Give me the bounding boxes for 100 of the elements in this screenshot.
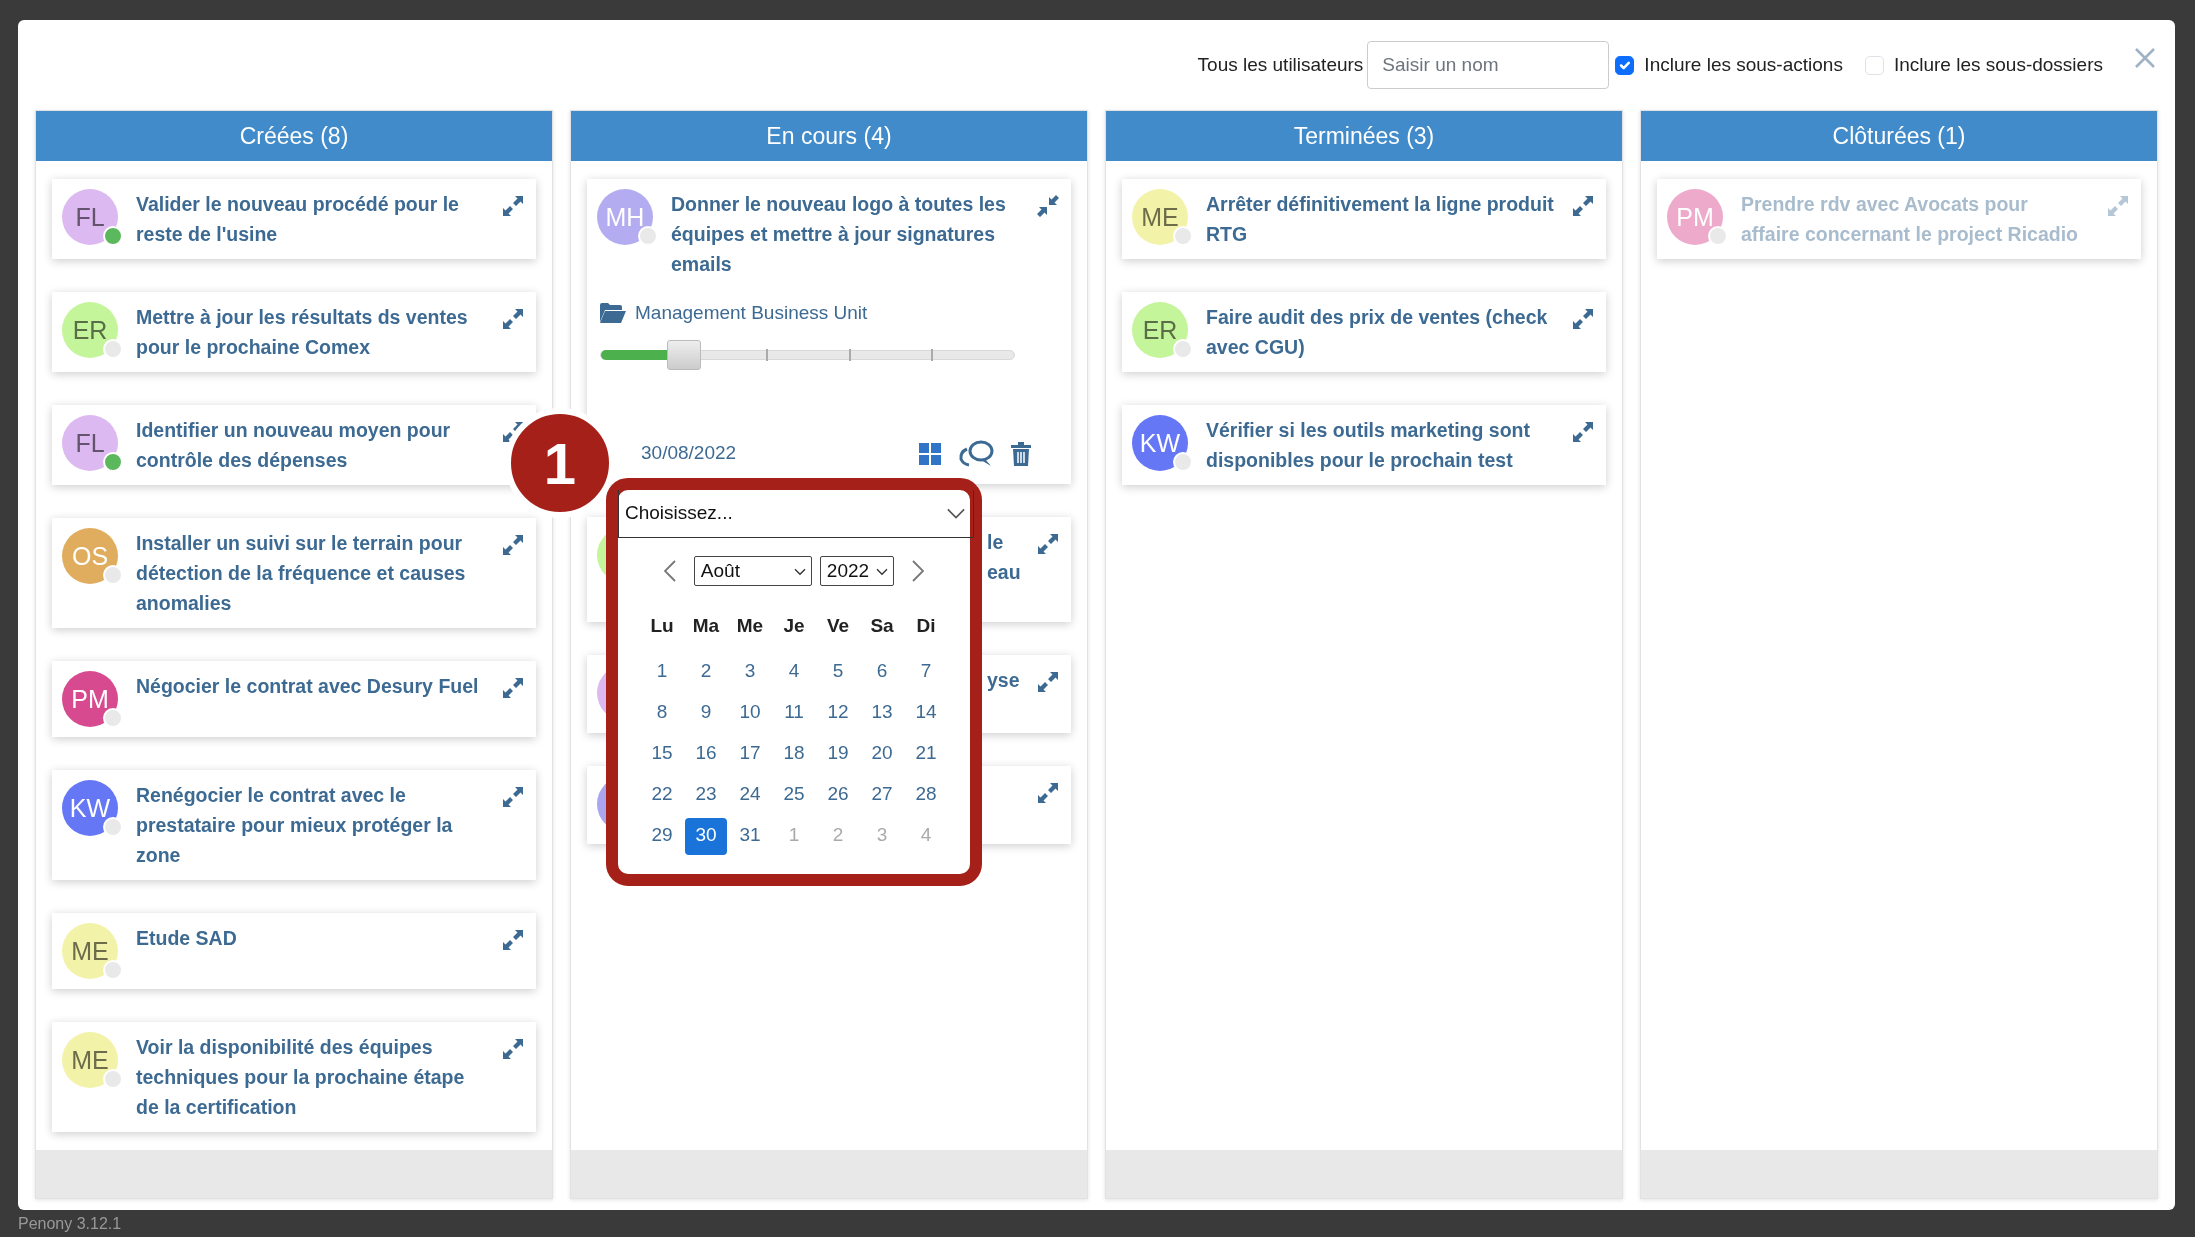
user-filter-label: Tous les utilisateurs (1197, 52, 1364, 77)
checkbox-label: Inclure les sous-dossiers (1893, 52, 2103, 77)
avatar-initials: FL (75, 430, 105, 456)
slider-handle[interactable] (666, 339, 701, 370)
task-card[interactable]: ME Arrêter définitivement la ligne produit RTG (1122, 179, 1606, 259)
month-select[interactable]: Août (693, 556, 812, 586)
calendar-day[interactable]: 8 (641, 695, 683, 732)
calendar-day[interactable]: 25 (773, 777, 815, 814)
task-card[interactable]: PM Négocier le contrat avec Desury Fuel (52, 661, 536, 737)
preset-select[interactable]: Choisissez... (618, 490, 974, 538)
task-title: Faire audit des prix de ventes (check avec CGU) (1206, 305, 1549, 360)
chevron-right-icon (912, 560, 925, 582)
calendar-day[interactable]: 3 (729, 654, 771, 691)
task-card[interactable]: ER Mettre à jour les résultats ds ventes pour le prochaine Comex (52, 292, 536, 372)
comments-icon[interactable] (957, 438, 995, 469)
expand-icon[interactable] (502, 677, 524, 699)
calendar-day[interactable]: 4 (773, 654, 815, 691)
weekday-label: Lu (649, 614, 675, 638)
calendar-day[interactable]: 12 (817, 695, 859, 732)
expand-icon[interactable] (502, 195, 524, 217)
calendar-day[interactable]: 22 (641, 777, 683, 814)
expand-icon[interactable] (1572, 421, 1594, 443)
weekday-label: Ma (691, 614, 721, 638)
calendar-day[interactable]: 6 (861, 654, 903, 691)
calendar-day[interactable]: 20 (861, 736, 903, 773)
avatar-initials: FL (75, 204, 105, 230)
expand-icon[interactable] (1572, 308, 1594, 330)
year-select[interactable]: 2022 (819, 556, 895, 586)
avatar-initials: ER (72, 317, 108, 343)
calendar-day[interactable]: 19 (817, 736, 859, 773)
task-title: Etude SAD (136, 926, 238, 951)
calendar-day[interactable]: 2 (685, 654, 727, 691)
task-card[interactable]: ME Voir la disponibilité des équipes techniques pour la prochaine étape de la certification (52, 1022, 536, 1132)
task-title-fragment: le (987, 529, 1005, 555)
grid-icon[interactable] (919, 442, 941, 465)
column-header: En cours (4) (571, 111, 1087, 161)
weekday-label: Je (782, 614, 806, 638)
folder-icon (599, 302, 627, 325)
task-title: Renégocier le contrat avec le prestataire pour mieux protéger la zone (136, 783, 454, 868)
close-icon (2133, 46, 2157, 70)
expand-icon[interactable] (1037, 670, 1059, 693)
calendar-day[interactable]: 9 (685, 695, 727, 732)
trash-icon[interactable] (1011, 441, 1031, 466)
task-card[interactable]: FL Valider le nouveau procédé pour le reste de l'usine (52, 179, 536, 259)
caret-icon (792, 566, 807, 576)
calendar-day[interactable]: 11 (773, 695, 815, 732)
calendar-day[interactable]: 29 (641, 818, 683, 855)
select-value: Choisissez... (625, 501, 733, 526)
calendar-day[interactable]: 10 (729, 695, 771, 732)
expand-icon[interactable] (1037, 532, 1059, 555)
avatar-initials: PM (1676, 204, 1714, 230)
task-title: Prendre rdv avec Avocats pour affaire concernant le project Ricadio (1741, 192, 2079, 247)
avatar-initials: ME (71, 1047, 109, 1073)
column-header: Créées (8) (36, 111, 552, 161)
calendar-day[interactable]: 21 (905, 736, 947, 773)
task-title: Arrêter définitivement la ligne produit RTG (1206, 192, 1554, 247)
name-search-field[interactable]: Saisir un nom (1367, 41, 1610, 89)
chevron-left-icon (663, 560, 676, 582)
calendar-day[interactable]: 26 (817, 777, 859, 814)
task-card[interactable]: ME Etude SAD (52, 913, 536, 989)
collapse-icon[interactable] (1037, 195, 1059, 217)
avatar-initials: ME (71, 938, 109, 964)
expand-icon[interactable] (502, 308, 524, 330)
calendar-day[interactable]: 27 (861, 777, 903, 814)
folder-name: Management Business Unit (635, 301, 868, 325)
task-title: Mettre à jour les résultats ds ventes pour le prochaine Comex (136, 305, 469, 360)
weekday-label: Sa (869, 614, 895, 638)
task-card[interactable]: OS Installer un suivi sur le terrain pour détection de la fréquence et causes anomalies (52, 518, 536, 628)
calendar-day[interactable]: 14 (905, 695, 947, 732)
task-title: Négocier le contrat avec Desury Fuel (136, 674, 480, 699)
caret-icon (945, 506, 967, 521)
calendar-day[interactable]: 16 (685, 736, 727, 773)
task-title: Valider le nouveau procédé pour le reste de l'usine (136, 192, 460, 247)
task-title-fragment: yse (987, 667, 1021, 693)
calendar-day[interactable]: 5 (817, 654, 859, 691)
expand-icon[interactable] (1572, 195, 1594, 217)
calendar-day[interactable]: 23 (685, 777, 727, 814)
calendar-day[interactable]: 7 (905, 654, 947, 691)
checkbox[interactable] (1615, 55, 1635, 75)
expand-icon[interactable] (1037, 781, 1059, 804)
expand-icon[interactable] (502, 929, 524, 951)
task-card[interactable]: ER Faire audit des prix de ventes (check avec CGU) (1122, 292, 1606, 372)
task-card[interactable]: KW Renégocier le contrat avec le prestataire pour mieux protéger la zone (52, 770, 536, 880)
calendar-day[interactable]: 28 (905, 777, 947, 814)
avatar-initials: KW (1139, 430, 1181, 456)
calendar-day[interactable]: 31 (729, 818, 771, 855)
expand-icon[interactable] (502, 1038, 524, 1060)
avatar-initials: MH (605, 204, 645, 230)
calendar-day[interactable]: 30 (685, 818, 727, 855)
calendar-day[interactable]: 17 (729, 736, 771, 773)
task-title: Voir la disponibilité des équipes techniques pour la prochaine étape de la certification (136, 1035, 466, 1120)
task-card[interactable]: KW Vérifier si les outils marketing sont disponibles pour le prochain test (1122, 405, 1606, 485)
expand-icon[interactable] (502, 786, 524, 808)
calendar-day[interactable]: 1 (641, 654, 683, 691)
expand-icon[interactable] (502, 534, 524, 556)
calendar-day[interactable]: 15 (641, 736, 683, 773)
calendar-day[interactable]: 18 (773, 736, 815, 773)
calendar-day[interactable]: 24 (729, 777, 771, 814)
calendar-day[interactable]: 13 (861, 695, 903, 732)
avatar-initials: PM (71, 686, 109, 712)
